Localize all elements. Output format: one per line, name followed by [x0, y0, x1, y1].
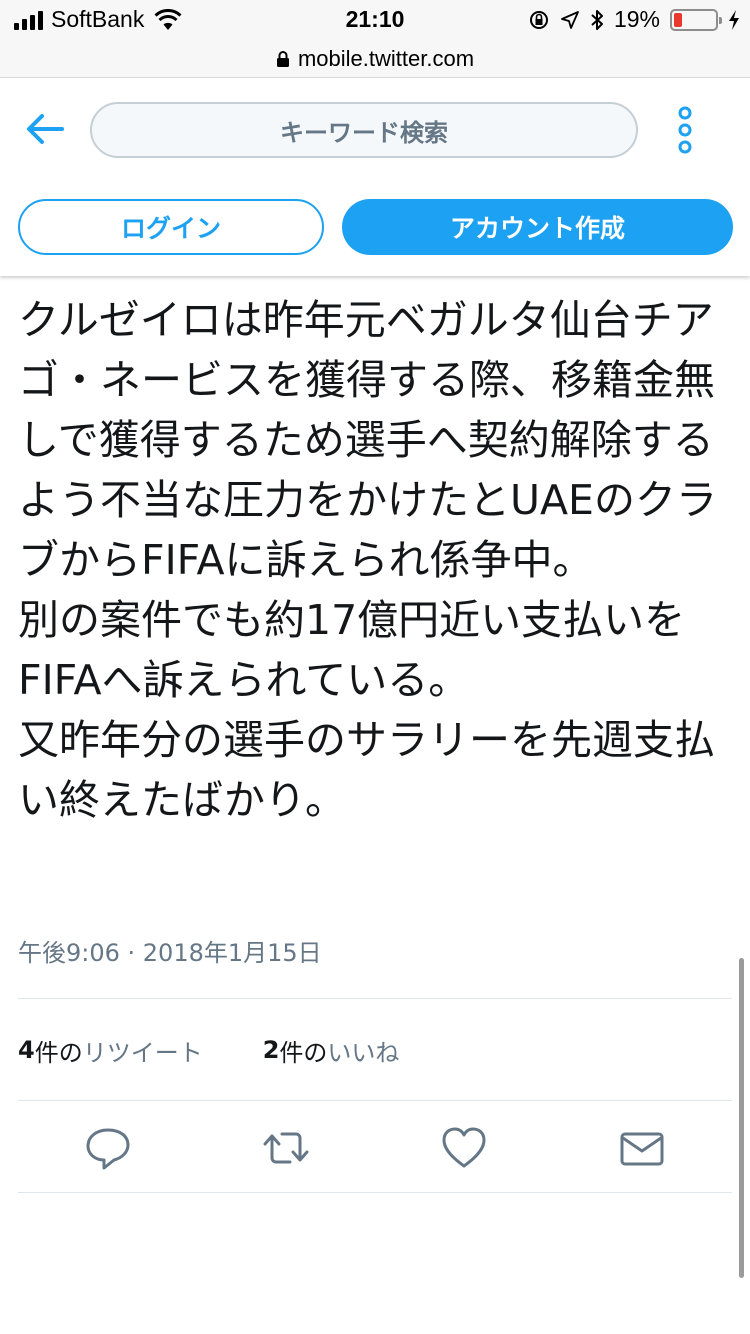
heart-icon[interactable]	[440, 1124, 488, 1172]
like-count-unit: 件の	[279, 1038, 328, 1067]
battery-icon	[670, 8, 722, 31]
vertical-dots-icon[interactable]	[672, 106, 698, 154]
bluetooth-icon	[591, 9, 603, 30]
lock-icon	[276, 50, 289, 67]
signup-button[interactable]: アカウント作成	[342, 199, 733, 255]
like-count-number: 2	[262, 1036, 280, 1064]
battery-percent: 19%	[613, 6, 660, 32]
divider	[18, 1192, 732, 1193]
arrow-left-icon[interactable]	[22, 106, 68, 152]
battery-level	[674, 12, 682, 27]
location-arrow-icon	[561, 10, 579, 29]
like-count-label: いいね	[327, 1038, 400, 1067]
status-bar: SoftBank 21:10 19%	[0, 0, 750, 40]
divider	[18, 998, 732, 999]
scrollbar[interactable]	[739, 958, 744, 1278]
retweet-count-number: 4	[18, 1036, 35, 1064]
reply-icon[interactable]	[84, 1124, 132, 1172]
like-count[interactable]: 2 件の いいね	[263, 1033, 400, 1068]
wifi-icon	[154, 8, 182, 30]
address-bar[interactable]: mobile.twitter.com	[0, 40, 750, 78]
charging-bolt-icon	[729, 9, 739, 30]
tweet-actions	[0, 1112, 750, 1182]
url-text: mobile.twitter.com	[297, 45, 475, 71]
tweet-stats: 4 件の リツイート 2 件の いいね	[18, 1030, 399, 1070]
divider	[18, 1100, 732, 1101]
top-header: キーワード検索 ログイン アカウント作成	[0, 78, 750, 276]
envelope-icon[interactable]	[618, 1124, 666, 1172]
tweet-text: クルゼイロは昨年元ベガルタ仙台チアゴ・ネービスを獲得する際、移籍金無しで獲得する…	[18, 296, 717, 824]
signal-strength-icon	[14, 10, 43, 30]
retweet-count-label: リツイート	[82, 1038, 203, 1067]
search-input[interactable]: キーワード検索	[90, 102, 638, 158]
retweet-count[interactable]: 4 件の リツイート	[18, 1033, 203, 1068]
retweet-icon[interactable]	[262, 1124, 310, 1172]
login-button[interactable]: ログイン	[18, 199, 324, 255]
tweet-timestamp[interactable]: 午後9:06 · 2018年1月15日	[18, 933, 322, 968]
carrier-name: SoftBank	[51, 6, 145, 32]
retweet-count-unit: 件の	[34, 1038, 83, 1067]
orientation-lock-icon	[529, 10, 548, 29]
